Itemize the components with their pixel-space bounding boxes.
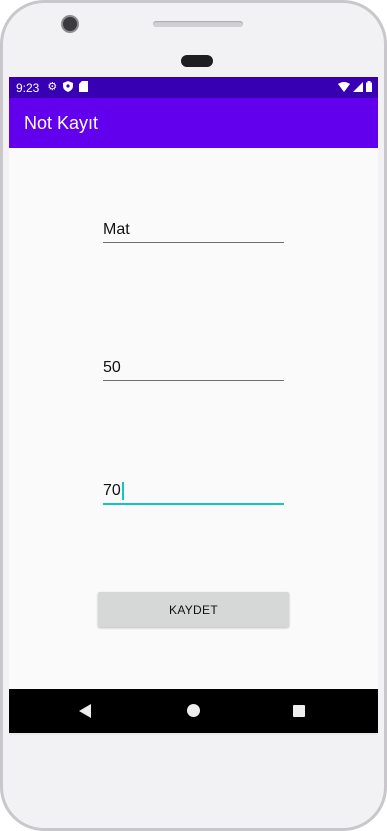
- app-screen: 9:23 ⚙ Not Kayıt Mat 50 70 KAYDET: [9, 77, 378, 733]
- save-button[interactable]: KAYDET: [98, 592, 289, 627]
- text-field-1-value: Mat: [103, 221, 130, 238]
- earpiece-speaker: [153, 21, 243, 27]
- sd-card-icon: [79, 80, 89, 95]
- status-bar: 9:23 ⚙: [9, 77, 378, 98]
- settings-icon: ⚙: [47, 81, 58, 93]
- shield-icon: [63, 80, 74, 95]
- text-field-3-value: 70: [103, 482, 121, 499]
- front-camera: [61, 15, 79, 33]
- text-field-2-value: 50: [103, 359, 121, 376]
- app-title: Not Kayıt: [24, 112, 99, 133]
- app-bar: Not Kayıt: [9, 98, 378, 148]
- battery-icon: [366, 80, 372, 95]
- navigation-bar: [9, 689, 378, 733]
- back-icon[interactable]: [79, 704, 91, 718]
- text-field-2[interactable]: 50: [103, 353, 284, 381]
- status-time: 9:23: [16, 80, 40, 95]
- home-icon[interactable]: [187, 704, 200, 717]
- text-field-3[interactable]: 70: [103, 477, 284, 505]
- status-right-group: [338, 77, 372, 98]
- proximity-sensor: [181, 55, 213, 67]
- device-bottom-edge: [9, 733, 378, 735]
- signal-icon: [353, 81, 363, 95]
- text-cursor: [121, 482, 124, 500]
- wifi-icon: [338, 81, 350, 95]
- recents-icon[interactable]: [293, 705, 305, 717]
- text-field-1[interactable]: Mat: [103, 215, 284, 243]
